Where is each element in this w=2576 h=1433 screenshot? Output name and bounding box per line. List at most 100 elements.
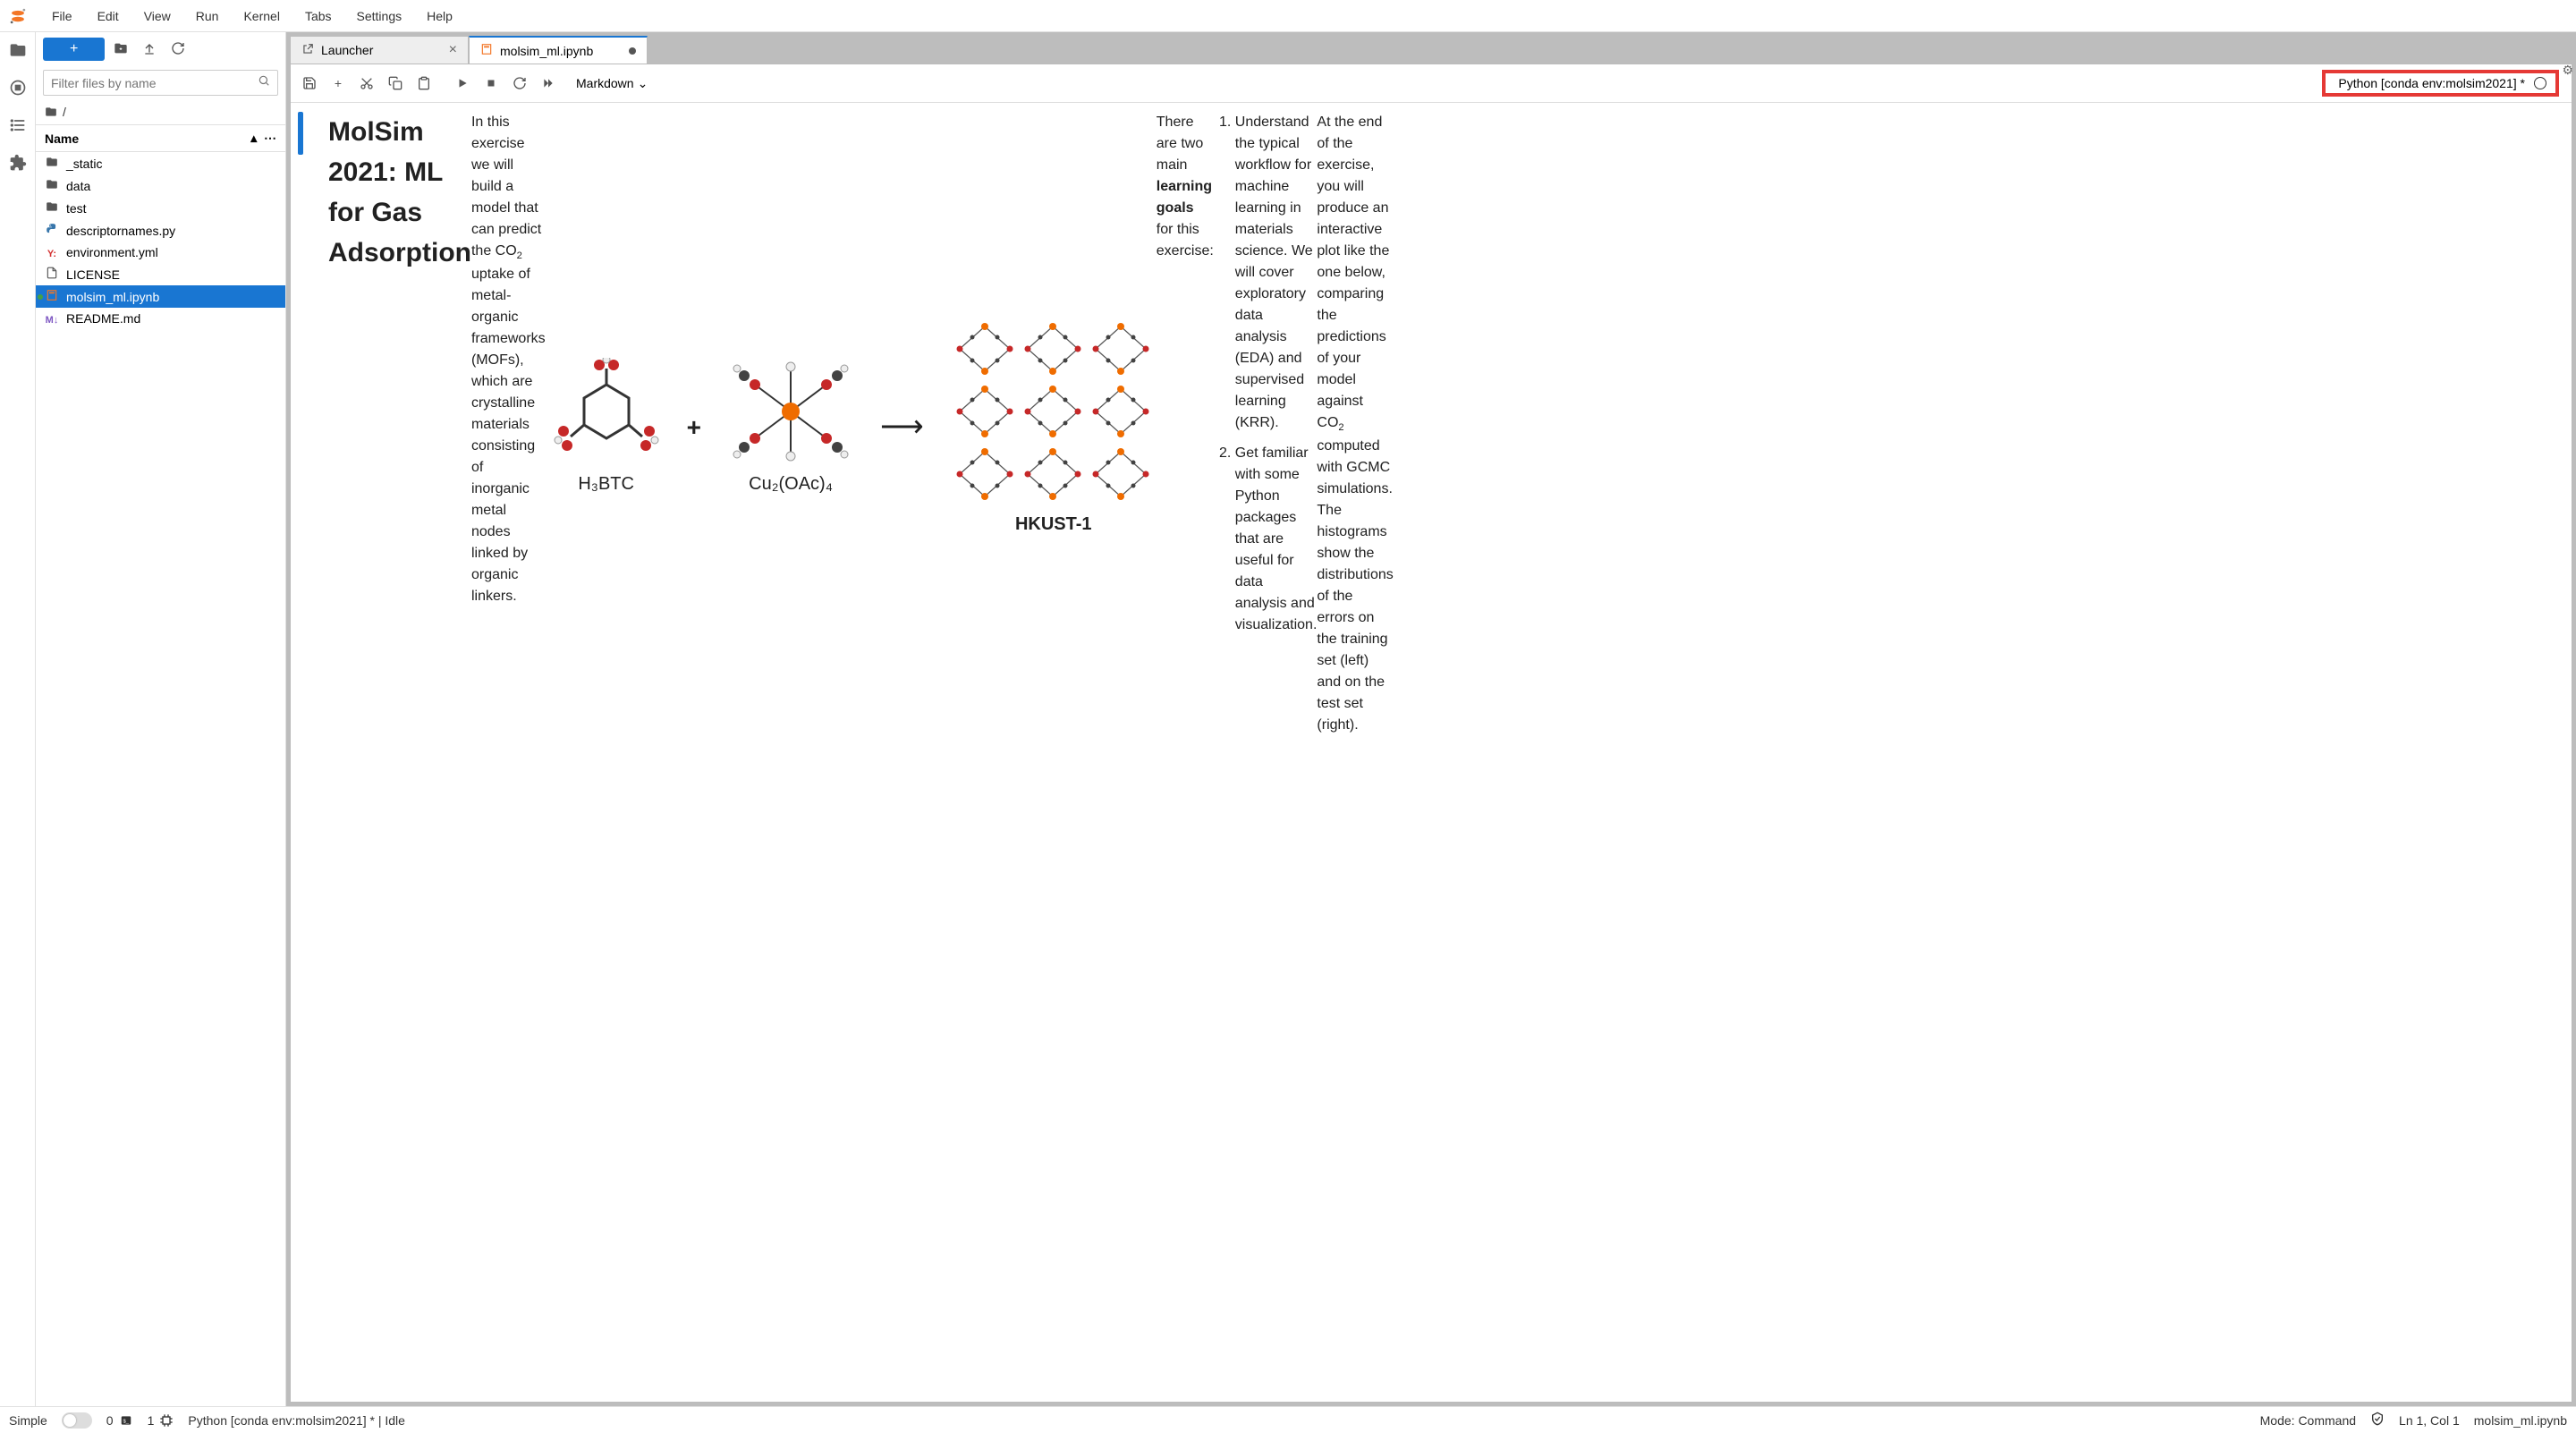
molecule-cu2oac4-icon: [728, 358, 853, 465]
tab-launcher[interactable]: Launcher ×: [290, 36, 469, 64]
menu-tabs[interactable]: Tabs: [292, 0, 344, 31]
terminals-count[interactable]: 0 $_: [106, 1413, 133, 1428]
file-item[interactable]: _static: [36, 152, 285, 174]
file-type-icon: Y:: [45, 245, 59, 259]
file-list-header[interactable]: Name ▴ ⋯: [36, 124, 285, 152]
close-icon[interactable]: ×: [449, 42, 457, 58]
menu-help[interactable]: Help: [414, 0, 465, 31]
page-title: MolSim 2021: ML for Gas Adsorption: [328, 112, 471, 734]
refresh-button[interactable]: [165, 41, 191, 58]
simple-mode-toggle[interactable]: [62, 1412, 92, 1429]
terminal-icon: $_: [119, 1414, 133, 1427]
status-file[interactable]: molsim_ml.ipynb: [2474, 1413, 2567, 1428]
file-item[interactable]: M↓README.md: [36, 308, 285, 329]
upload-button[interactable]: [137, 41, 162, 58]
file-item[interactable]: descriptornames.py: [36, 219, 285, 242]
tab-label: molsim_ml.ipynb: [500, 44, 593, 58]
file-type-icon: [45, 223, 59, 238]
tab-notebook[interactable]: molsim_ml.ipynb: [469, 36, 648, 64]
file-item[interactable]: LICENSE: [36, 263, 285, 285]
activity-bar: [0, 32, 36, 1406]
notebook-toolbar: + Markdown ⌄ Python [conda e: [291, 64, 2572, 103]
file-list: _staticdata test descriptornames.py Y:envir…: [36, 152, 285, 1406]
list-item: Get familiar with some Python packages t…: [1235, 443, 1318, 636]
figure-label-right: HKUST-1: [1015, 511, 1092, 538]
filter-box[interactable]: [43, 70, 278, 96]
filebrowser-tab-icon[interactable]: [9, 41, 27, 59]
figure-label-left: H₃BTC: [578, 471, 634, 497]
file-item[interactable]: data: [36, 174, 285, 197]
cell-gutter: [298, 112, 303, 155]
file-type-icon: [45, 178, 59, 193]
jupyter-logo-icon: [7, 5, 29, 27]
paste-button[interactable]: [412, 72, 436, 95]
filebrowser-panel: + / Name ▴ ⋯ _staticdata test descriptorna…: [36, 32, 286, 1406]
folder-icon: [45, 106, 57, 118]
new-launcher-button[interactable]: +: [43, 38, 105, 61]
celltype-select[interactable]: Markdown ⌄: [576, 76, 648, 91]
tab-label: Launcher: [321, 43, 373, 57]
notebook-icon: [480, 43, 493, 58]
tab-bar: Launcher × molsim_ml.ipynb: [290, 36, 2572, 64]
file-name: LICENSE: [66, 267, 120, 282]
file-name: descriptornames.py: [66, 224, 175, 238]
menu-view[interactable]: View: [131, 0, 183, 31]
file-item[interactable]: Y:environment.yml: [36, 242, 285, 263]
sort-caret-icon: ▴ ⋯: [250, 131, 276, 146]
menu-file[interactable]: File: [39, 0, 85, 31]
new-folder-button[interactable]: [108, 41, 133, 58]
restart-button[interactable]: [508, 72, 531, 95]
cut-button[interactable]: [355, 72, 378, 95]
gear-icon[interactable]: ⚙: [2562, 63, 2573, 78]
insert-cell-button[interactable]: +: [326, 72, 350, 95]
list-item: Understand the typical workflow for mach…: [1235, 112, 1318, 434]
menubar: File Edit View Run Kernel Tabs Settings …: [0, 0, 2576, 32]
file-item[interactable]: test: [36, 197, 285, 219]
mof-figure: H₃BTC +: [553, 123, 1157, 733]
restart-run-all-button[interactable]: [537, 72, 560, 95]
outro-paragraph: At the end of the exercise, you will pro…: [1317, 112, 1393, 736]
kernel-name[interactable]: Python [conda env:molsim2021] *: [2338, 76, 2525, 90]
file-type-icon: [45, 289, 59, 304]
goals-lead: There are two main learning goals for th…: [1157, 112, 1214, 736]
file-name: data: [66, 179, 90, 193]
notebook-content[interactable]: MolSim 2021: ML for Gas Adsorption In th…: [291, 103, 2572, 1402]
menu-kernel[interactable]: Kernel: [231, 0, 292, 31]
column-name[interactable]: Name: [45, 131, 79, 146]
kernel-selector-highlight: Python [conda env:molsim2021] *: [2322, 70, 2559, 97]
breadcrumb-root[interactable]: /: [63, 105, 66, 119]
copy-button[interactable]: [384, 72, 407, 95]
file-item[interactable]: molsim_ml.ipynb: [36, 285, 285, 308]
running-dot-icon: [38, 294, 43, 300]
breadcrumb[interactable]: /: [36, 99, 285, 124]
kernels-count[interactable]: 1: [148, 1413, 174, 1428]
toc-tab-icon[interactable]: [9, 116, 27, 134]
markdown-cell[interactable]: MolSim 2021: ML for Gas Adsorption In th…: [298, 112, 2554, 749]
save-button[interactable]: [298, 72, 321, 95]
arrow-right-icon: ⟶: [880, 404, 924, 450]
file-name: test: [66, 201, 87, 216]
status-kernel[interactable]: Python [conda env:molsim2021] * | Idle: [188, 1413, 405, 1428]
launcher-icon: [301, 43, 314, 58]
file-name: README.md: [66, 311, 140, 326]
filter-input[interactable]: [51, 76, 258, 90]
file-type-icon: [45, 267, 59, 282]
status-cursor: Ln 1, Col 1: [2399, 1413, 2460, 1428]
run-button[interactable]: [451, 72, 474, 95]
dirty-indicator-icon: [629, 47, 636, 55]
celltype-label: Markdown: [576, 76, 634, 90]
running-tab-icon[interactable]: [9, 79, 27, 97]
interrupt-button[interactable]: [479, 72, 503, 95]
chevron-down-icon: ⌄: [638, 76, 648, 91]
status-bar: Simple 0 $_ 1 Python [conda env:molsim20…: [0, 1406, 2576, 1433]
menu-settings[interactable]: Settings: [344, 0, 415, 31]
file-name: _static: [66, 157, 102, 171]
extensions-tab-icon[interactable]: [9, 154, 27, 172]
trusted-icon[interactable]: [2370, 1412, 2385, 1429]
file-type-icon: [45, 156, 59, 171]
plus-icon: +: [687, 409, 701, 446]
menu-run[interactable]: Run: [183, 0, 232, 31]
intro-paragraph: In this exercise we will build a model t…: [471, 112, 546, 736]
menu-edit[interactable]: Edit: [85, 0, 131, 31]
molecule-h3btc-icon: [553, 358, 660, 465]
